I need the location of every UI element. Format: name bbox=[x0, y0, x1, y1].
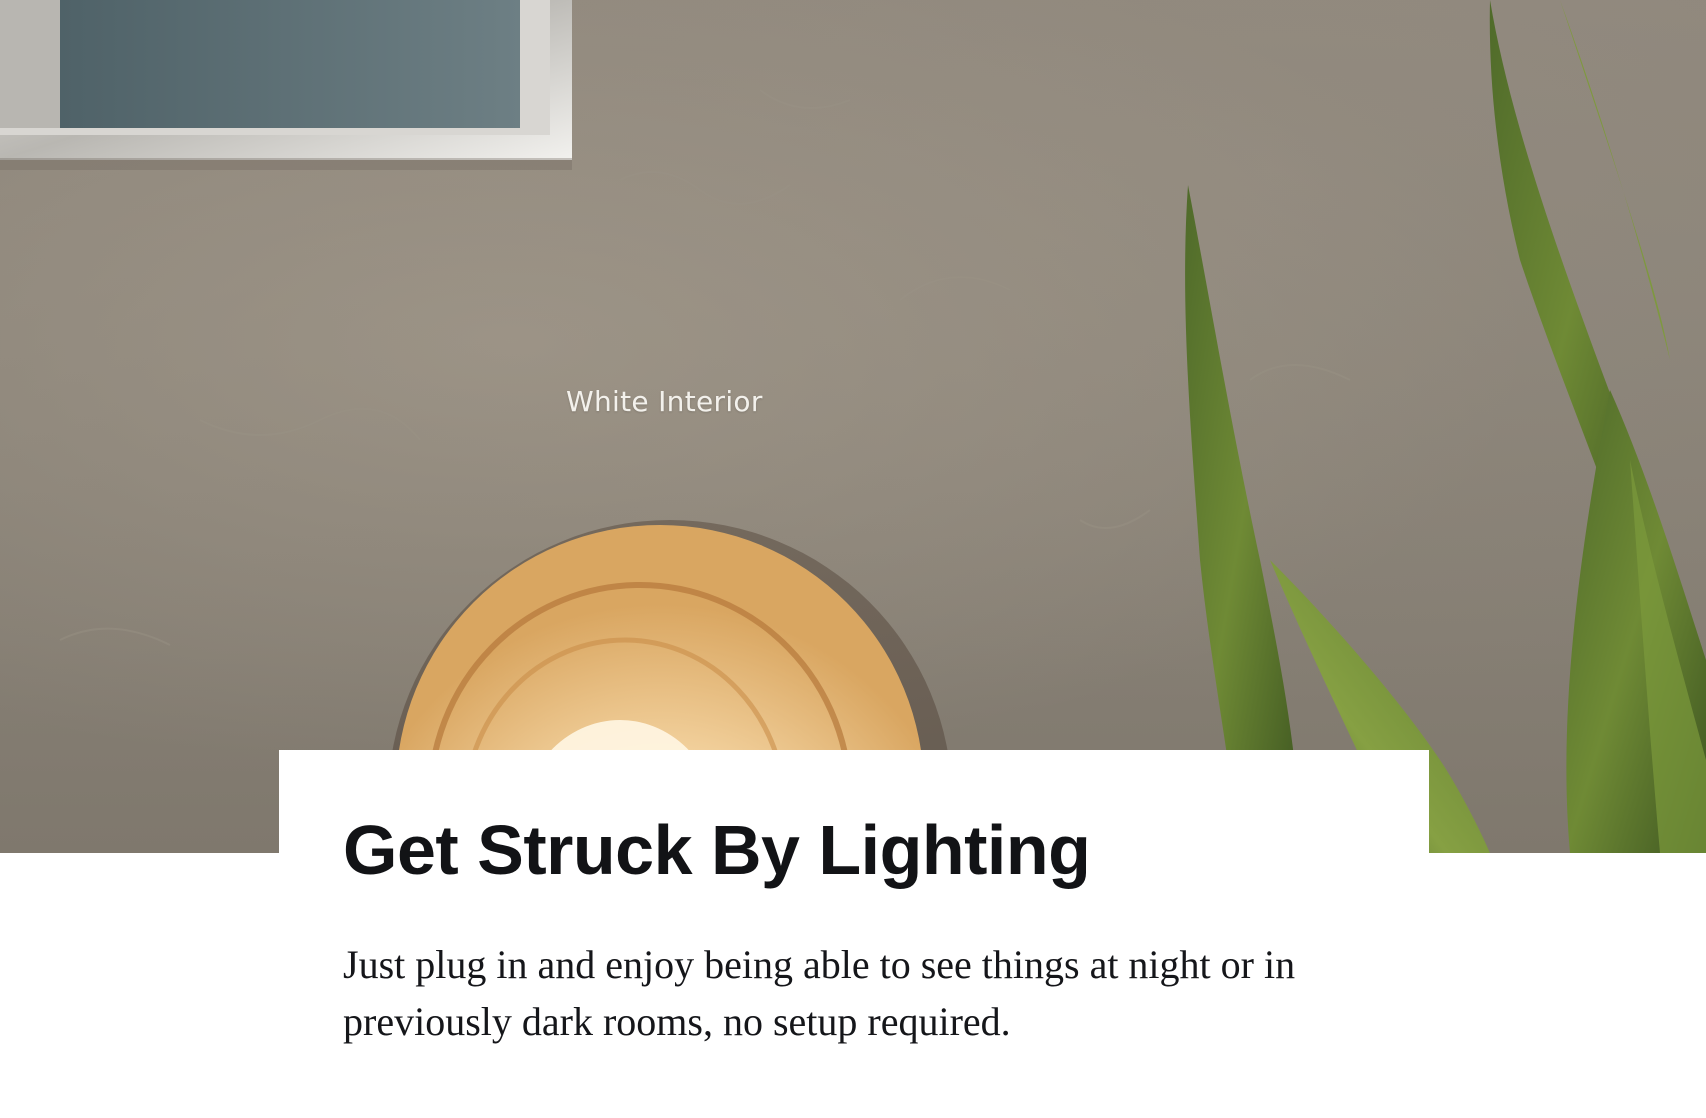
plant bbox=[1185, 0, 1706, 853]
card-description: Just plug in and enjoy being able to see… bbox=[343, 942, 1296, 1044]
hero-illustration bbox=[0, 0, 1706, 853]
page: White Interior Get Struck By Lighting Ju… bbox=[0, 0, 1706, 1118]
image-caption: White Interior bbox=[566, 385, 763, 418]
hero-image: White Interior bbox=[0, 0, 1706, 853]
picture-frame bbox=[0, 0, 572, 160]
card-title: Get Struck By Lighting bbox=[343, 811, 1091, 889]
content-card: Get Struck By Lighting Just plug in and … bbox=[279, 750, 1429, 1118]
